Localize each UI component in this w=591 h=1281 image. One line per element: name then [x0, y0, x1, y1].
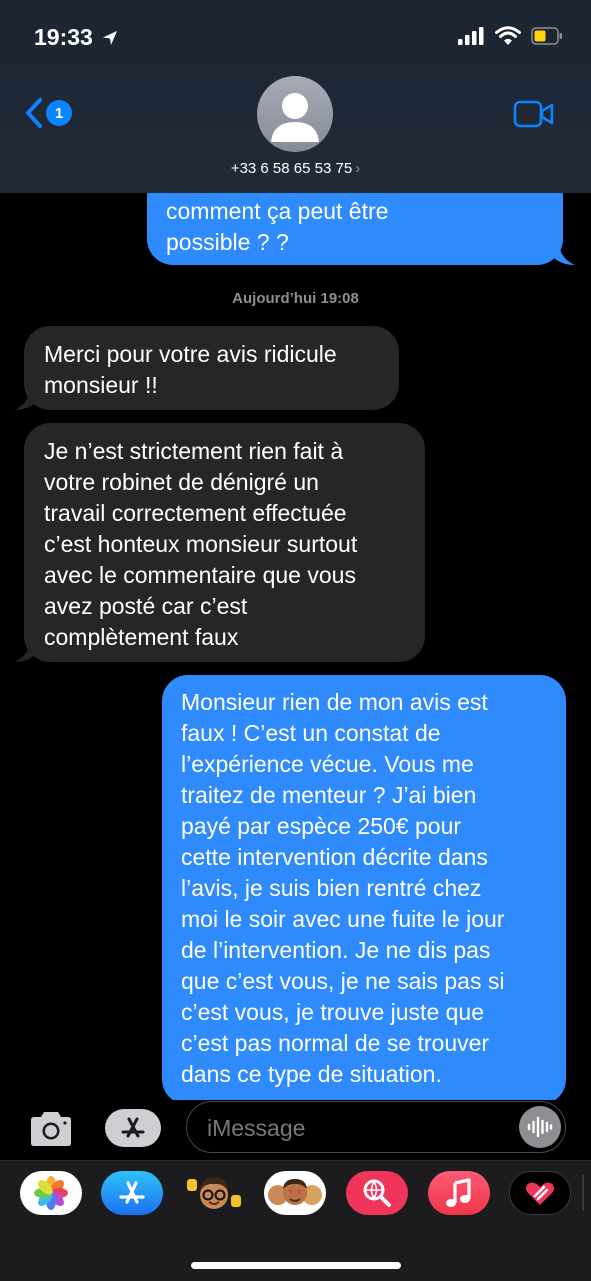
- message-line: traitez de menteur ? J’ai bien: [181, 782, 477, 808]
- message-line: avec le commentaire que vous: [44, 562, 356, 588]
- back-button[interactable]: 1: [24, 97, 72, 129]
- message-line: c’est vous, je trouve juste que: [181, 999, 484, 1025]
- unread-badge: 1: [46, 100, 72, 126]
- message-line: l’avis, je suis bien rentré chez: [181, 875, 482, 901]
- message-line: payé par espèce 250€ pour: [181, 813, 462, 839]
- message-bubble-incoming[interactable]: Je n’est strictement rien fait à votre r…: [24, 423, 425, 662]
- camera-button[interactable]: [27, 1110, 75, 1153]
- contact-number: +33 6 58 65 53 75: [230, 160, 353, 177]
- message-bubble-outgoing[interactable]: Monsieur rien de mon avis est faux ! C’e…: [162, 675, 566, 1100]
- bubble-tail: [553, 245, 575, 265]
- home-indicator[interactable]: [191, 1262, 401, 1269]
- audio-message-button[interactable]: [519, 1106, 561, 1148]
- app-store-app-icon[interactable]: [101, 1171, 163, 1215]
- message-bubble-incoming[interactable]: Merci pour votre avis ridicule monsieur …: [24, 326, 399, 410]
- bubble-tail: [14, 390, 36, 410]
- video-camera-icon: [513, 100, 554, 128]
- message-line: Monsieur rien de mon avis est: [181, 689, 488, 715]
- message-line: faux ! C’est un constat de: [181, 720, 441, 746]
- compose-bar: [0, 1100, 591, 1160]
- message-line: possible ? ?: [166, 229, 289, 255]
- message-line: Merci pour votre avis ridicule: [44, 341, 337, 367]
- person-icon: [271, 93, 319, 142]
- message-line: avez posté car c’est: [44, 593, 248, 619]
- message-line: Je n’est strictement rien fait à: [44, 438, 344, 464]
- bubble-tail: [14, 642, 36, 662]
- contact-name-button[interactable]: +33 6 58 65 53 75 ›: [0, 160, 591, 177]
- timestamp: Aujourd’hui 19:08: [232, 290, 359, 307]
- message-input-container[interactable]: [186, 1101, 566, 1154]
- music-app-icon[interactable]: [428, 1171, 490, 1215]
- status-time: 19:33: [34, 24, 119, 51]
- conversation-header: 19:33 1 +33 6 58 65 53 75 ›: [0, 0, 591, 193]
- status-time-text: 19:33: [34, 24, 93, 50]
- message-line: votre robinet de dénigré un: [44, 469, 319, 495]
- apps-button[interactable]: [105, 1109, 161, 1147]
- message-line: moi le soir avec une fuite le jour: [181, 906, 505, 932]
- message-line: que c’est vous, je ne sais pas si: [181, 968, 505, 994]
- chevron-right-icon: ›: [355, 160, 361, 177]
- drawer-scroll-separator: [582, 1175, 584, 1211]
- photos-app-icon[interactable]: [20, 1171, 82, 1215]
- message-line: cette intervention décrite dans: [181, 844, 488, 870]
- facetime-video-button[interactable]: [513, 100, 555, 133]
- message-input[interactable]: [205, 1102, 509, 1154]
- memoji-stickers-app-icon[interactable]: [264, 1171, 326, 1215]
- message-line: dans ce type de situation.: [181, 1061, 442, 1087]
- app-store-icon: [121, 1117, 145, 1138]
- message-line: de l’intervention. Je ne dis pas: [181, 937, 491, 963]
- message-line: monsieur !!: [44, 372, 158, 398]
- waveform-icon: [527, 1116, 553, 1138]
- contact-avatar[interactable]: [257, 76, 333, 152]
- images-search-app-icon[interactable]: [346, 1171, 408, 1215]
- message-line: comment ça peut être: [166, 198, 389, 224]
- status-indicators: [458, 26, 563, 46]
- chevron-left-icon: [26, 98, 42, 128]
- message-line: complètement faux: [44, 624, 239, 650]
- message-line: c’est honteux monsieur surtout: [44, 531, 358, 557]
- memoji-app-icon[interactable]: [183, 1171, 245, 1215]
- camera-icon: [31, 1112, 71, 1146]
- message-line: c’est pas normal de se trouver: [181, 1030, 490, 1056]
- digital-touch-app-icon[interactable]: [509, 1171, 571, 1215]
- location-arrow-icon: [103, 31, 118, 45]
- cellular-signal-icon: [458, 27, 484, 45]
- battery-icon: [531, 27, 562, 45]
- message-line: travail correctement effectuée: [44, 500, 347, 526]
- wifi-icon: [495, 26, 521, 45]
- message-line: l’expérience vécue. Vous me: [181, 751, 474, 777]
